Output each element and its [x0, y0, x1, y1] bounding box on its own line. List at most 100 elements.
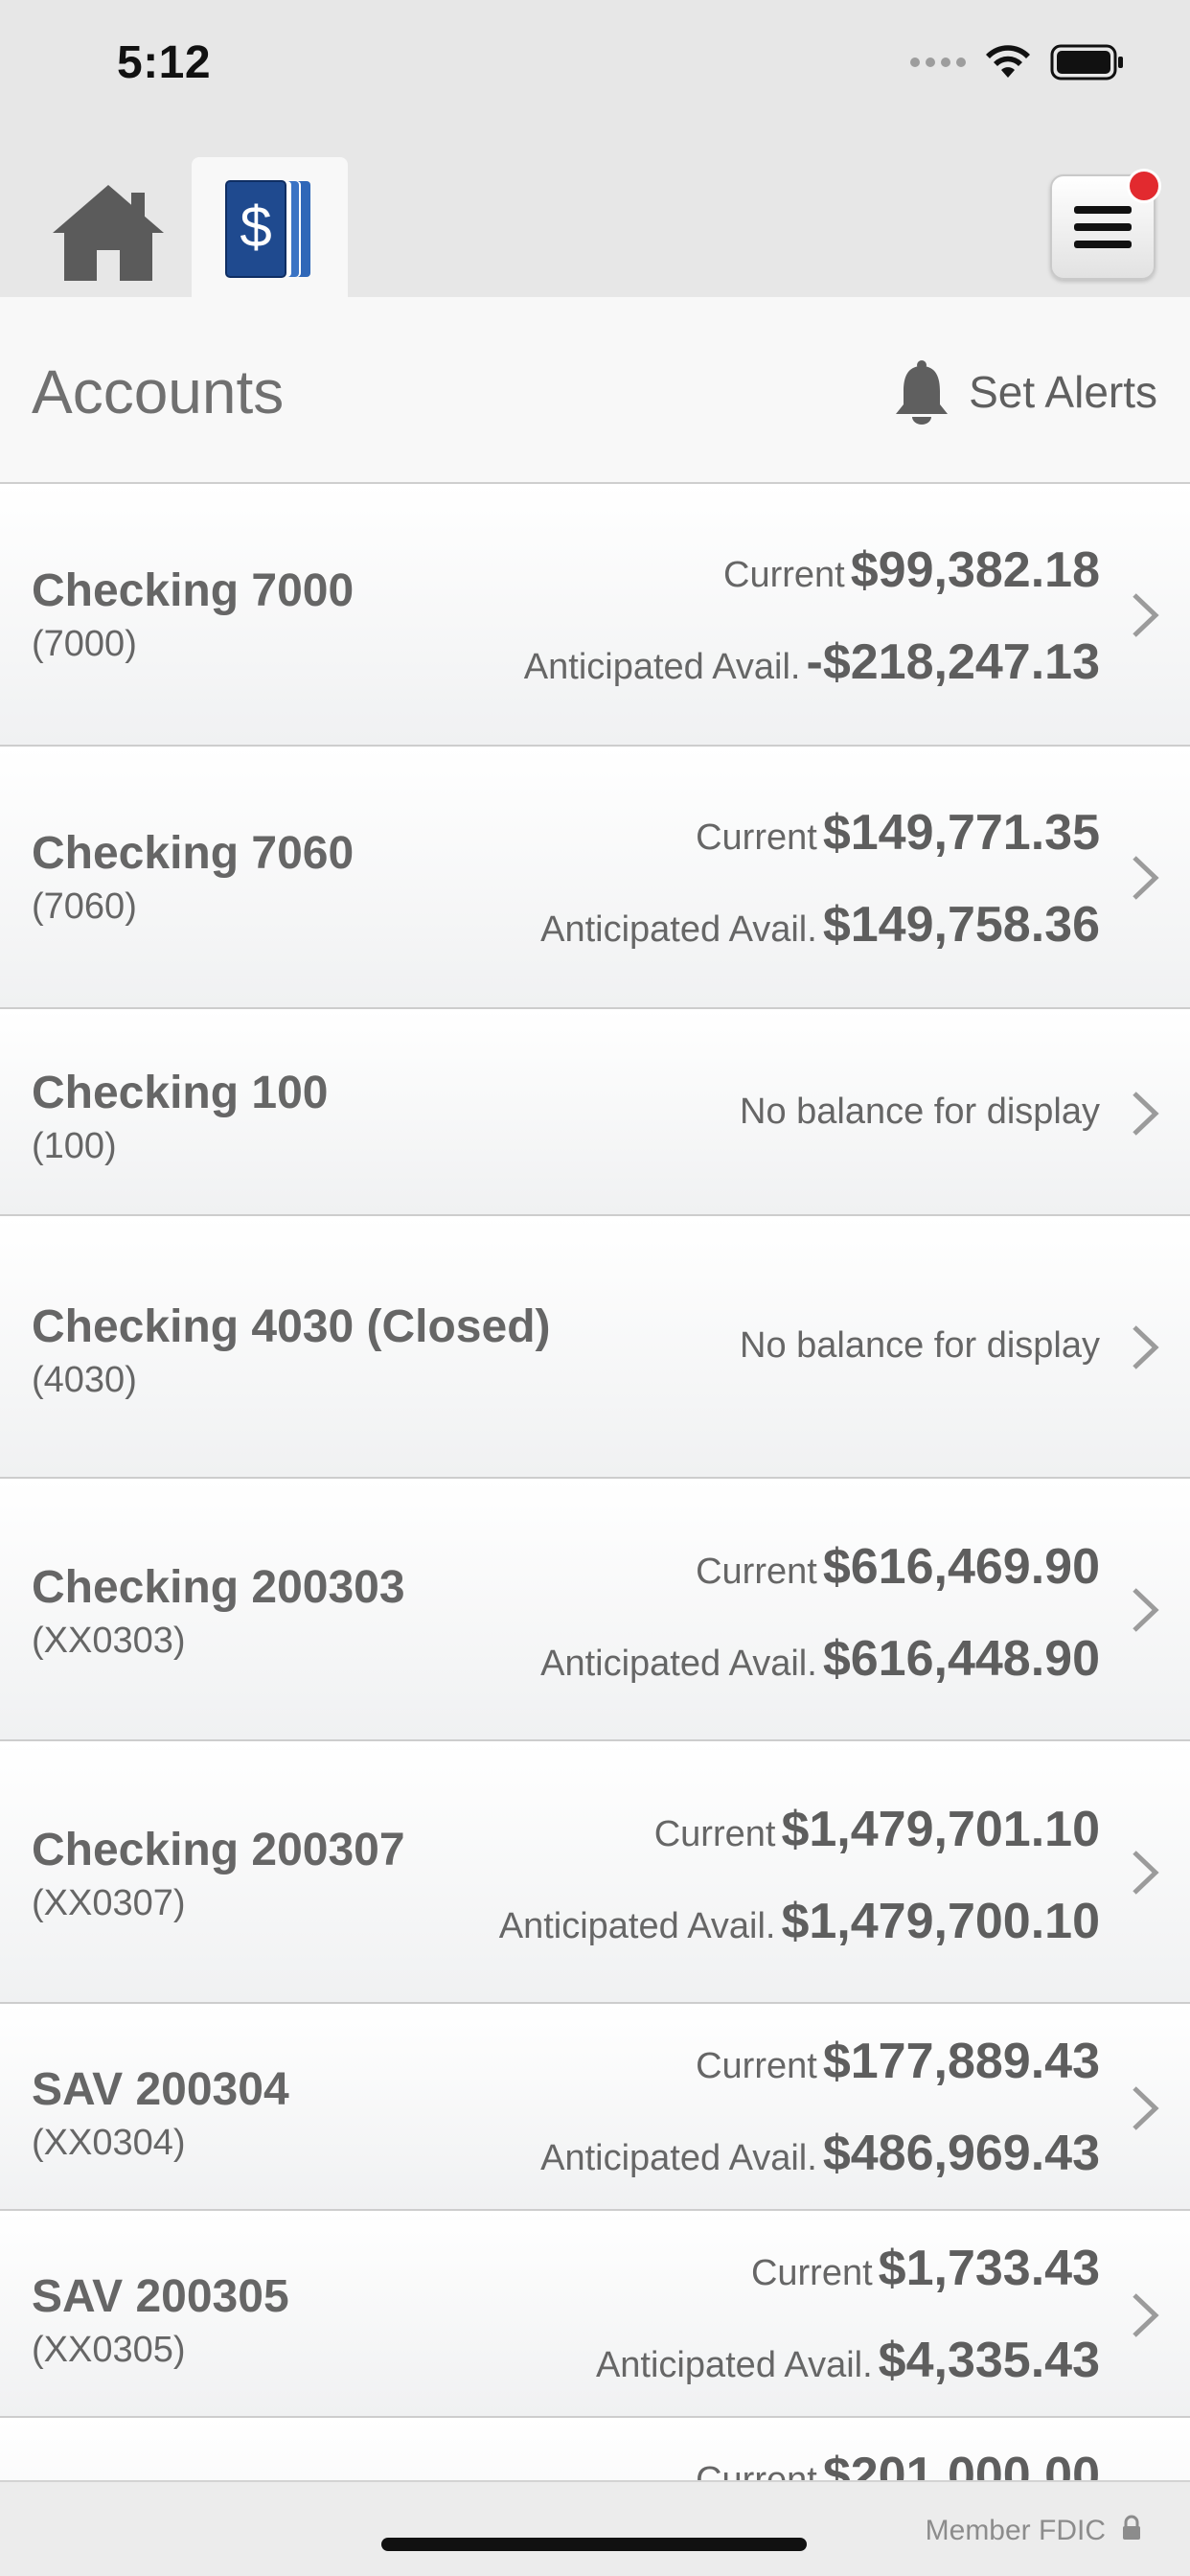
- anticipated-balance: Anticipated Avail. $149,758.36: [540, 896, 1100, 954]
- menu-button[interactable]: [1050, 169, 1161, 280]
- chevron-right-icon: [1133, 1092, 1159, 1136]
- chevron-right-icon: [1133, 593, 1159, 637]
- no-balance-text: No balance for display: [740, 1325, 1100, 1366]
- chevron-right-icon: [1133, 2293, 1159, 2337]
- anticipated-balance: Anticipated Avail. $4,335.43: [596, 2332, 1100, 2389]
- account-number: (4030): [32, 1360, 137, 1400]
- current-value: $1,733.43: [878, 2241, 1100, 2296]
- anticipated-balance: Anticipated Avail. $1,479,700.10: [499, 1893, 1100, 1950]
- battery-icon: [1050, 44, 1125, 80]
- current-balance: Current $177,889.43: [696, 2033, 1100, 2090]
- accounts-list[interactable]: Checking 7000 (7000) Current $99,382.18 A…: [0, 484, 1190, 2480]
- current-label: Current: [750, 2253, 873, 2293]
- home-indicator[interactable]: [381, 2538, 807, 2551]
- notification-badge: [1127, 169, 1161, 203]
- account-name: Checking 100: [32, 1068, 329, 1118]
- account-row[interactable]: Checking 200303 (XX0303) Current $616,469…: [0, 1479, 1190, 1741]
- current-label: Current: [653, 1814, 776, 1854]
- chevron-right-icon: [1133, 1588, 1159, 1632]
- account-name: Checking 200303: [32, 1562, 405, 1613]
- anticipated-label: Anticipated Avail.: [498, 1906, 776, 1946]
- tab-home[interactable]: [46, 180, 171, 286]
- account-number: (7000): [32, 624, 137, 664]
- account-name: Checking 7060: [32, 828, 355, 879]
- account-row[interactable]: Current $201,000.00: [0, 2418, 1190, 2480]
- account-number: (7060): [32, 886, 137, 927]
- current-value: $149,771.35: [822, 805, 1100, 861]
- anticipated-label: Anticipated Avail.: [540, 2138, 817, 2178]
- bell-icon: [896, 360, 949, 425]
- account-number: (XX0307): [32, 1883, 186, 1923]
- anticipated-label: Anticipated Avail.: [540, 909, 817, 950]
- svg-text:$: $: [240, 195, 271, 259]
- account-row[interactable]: Checking 7000 (7000) Current $99,382.18 A…: [0, 484, 1190, 747]
- no-balance-text: No balance for display: [740, 1092, 1100, 1132]
- top-nav: $: [0, 134, 1190, 301]
- app-root: 5:12 $ Accounts Set Alerts Checking 7000…: [0, 0, 1190, 2576]
- hamburger-icon: [1074, 206, 1132, 248]
- account-row[interactable]: SAV 200304 (XX0304) Current $177,889.43 A…: [0, 2004, 1190, 2211]
- account-row[interactable]: Checking 100 (100) No balance for displa…: [0, 1009, 1190, 1216]
- account-name: Checking 200307: [32, 1825, 405, 1875]
- account-number: (XX0304): [32, 2123, 186, 2163]
- account-row[interactable]: Checking 7060 (7060) Current $149,771.35 …: [0, 747, 1190, 1009]
- status-icons: [910, 44, 1125, 80]
- account-name: SAV 200305: [32, 2271, 289, 2322]
- page-title: Accounts: [32, 357, 285, 426]
- anticipated-value: -$218,247.13: [806, 634, 1101, 690]
- current-value: $1,479,701.10: [781, 1802, 1100, 1857]
- set-alerts-label: Set Alerts: [969, 367, 1157, 417]
- current-balance: Current $149,771.35: [696, 804, 1100, 862]
- account-name: SAV 200304: [32, 2064, 289, 2115]
- anticipated-balance: Anticipated Avail. -$218,247.13: [524, 633, 1100, 691]
- current-value: $616,469.90: [822, 1539, 1100, 1595]
- account-number: (100): [32, 1126, 117, 1166]
- anticipated-value: $616,448.90: [822, 1631, 1100, 1687]
- current-value: $99,382.18: [850, 542, 1100, 598]
- anticipated-value: $1,479,700.10: [781, 1894, 1100, 1949]
- accounts-dollar-icon: $: [224, 180, 310, 278]
- account-number: (XX0305): [32, 2330, 186, 2370]
- current-value: $177,889.43: [822, 2034, 1100, 2089]
- anticipated-balance: Anticipated Avail. $616,448.90: [540, 1630, 1100, 1688]
- member-fdic-text: Member FDIC: [925, 2515, 1106, 2546]
- anticipated-label: Anticipated Avail.: [595, 2345, 873, 2385]
- page-header: Accounts Set Alerts: [0, 297, 1190, 484]
- chevron-right-icon: [1133, 856, 1159, 900]
- anticipated-balance: Anticipated Avail. $486,969.43: [540, 2125, 1100, 2182]
- tab-accounts[interactable]: $: [192, 157, 348, 301]
- account-row[interactable]: Checking 200307 (XX0307) Current $1,479,7…: [0, 1741, 1190, 2004]
- set-alerts-button[interactable]: Set Alerts: [892, 358, 1157, 426]
- current-balance: Current $99,382.18: [723, 541, 1100, 599]
- account-name: Checking 7000: [32, 565, 355, 616]
- current-label: Current: [696, 2046, 817, 2086]
- status-bar: 5:12: [0, 0, 1190, 134]
- current-balance: Current $1,733.43: [751, 2240, 1100, 2297]
- chevron-right-icon: [1133, 1851, 1159, 1895]
- current-label: Current: [723, 555, 845, 595]
- anticipated-label: Anticipated Avail.: [523, 647, 801, 687]
- chevron-right-icon: [1133, 2086, 1159, 2130]
- current-balance: Current $1,479,701.10: [654, 1801, 1100, 1858]
- home-icon: [53, 185, 164, 281]
- current-value: $201,000.00: [822, 2448, 1100, 2480]
- account-row[interactable]: SAV 200305 (XX0305) Current $1,733.43 Ant…: [0, 2211, 1190, 2418]
- current-balance: Current $616,469.90: [696, 1538, 1100, 1596]
- anticipated-value: $4,335.43: [878, 2333, 1100, 2388]
- account-name: Checking 4030 (Closed): [32, 1301, 551, 1352]
- anticipated-value: $149,758.36: [822, 897, 1100, 953]
- cellular-signal-icon: [910, 58, 966, 67]
- anticipated-label: Anticipated Avail.: [540, 1644, 817, 1684]
- lock-icon: [1123, 2515, 1140, 2540]
- current-label: Current: [696, 1552, 817, 1592]
- chevron-right-icon: [1133, 1325, 1159, 1369]
- status-time: 5:12: [117, 37, 212, 88]
- wifi-icon: [985, 45, 1031, 80]
- account-row[interactable]: Checking 4030 (Closed) (4030) No balance…: [0, 1216, 1190, 1479]
- current-label: Current: [696, 2460, 817, 2480]
- account-number: (XX0303): [32, 1621, 186, 1661]
- anticipated-value: $486,969.43: [822, 2126, 1100, 2181]
- footer: Member FDIC: [0, 2480, 1190, 2576]
- current-balance: Current $201,000.00: [696, 2447, 1100, 2480]
- current-label: Current: [696, 817, 817, 858]
